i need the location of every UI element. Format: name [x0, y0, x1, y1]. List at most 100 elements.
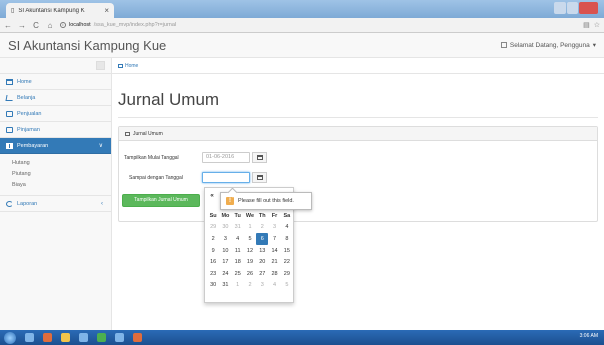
toolbar-actions: ▤ ☆ [583, 21, 600, 29]
day-cell[interactable]: 3 [219, 233, 231, 245]
weekday-header: Fr [271, 212, 278, 219]
day-cell[interactable]: 8 [281, 233, 293, 245]
taskbar-app-icon[interactable] [61, 333, 70, 342]
brand-title[interactable]: SI Akuntansi Kampung Kue [8, 38, 166, 53]
day-cell[interactable]: 11 [232, 245, 244, 257]
taskbar-app-icon[interactable] [133, 333, 142, 342]
submenu-item-hutang[interactable]: Hutang [12, 158, 111, 169]
day-cell[interactable]: 4 [281, 222, 293, 234]
day-cell[interactable]: 3 [268, 222, 280, 234]
day-cell[interactable]: 27 [256, 268, 268, 280]
tooltip-text: Please fill out this field. [238, 198, 294, 204]
close-window-button[interactable] [579, 2, 599, 14]
show-jurnal-button[interactable]: Tampilkan Jurnal Umum [122, 194, 200, 207]
day-cell[interactable]: 4 [232, 233, 244, 245]
day-cell[interactable]: 10 [219, 245, 231, 257]
day-cell[interactable]: 30 [207, 280, 219, 292]
day-cell[interactable]: 22 [281, 256, 293, 268]
cart-icon [5, 94, 14, 101]
day-cell[interactable]: 4 [268, 280, 280, 292]
end-date-calendar-button[interactable] [252, 172, 267, 183]
minimize-button[interactable] [554, 2, 566, 14]
day-cell[interactable]: 19 [244, 256, 256, 268]
taskbar-app-icon[interactable] [79, 333, 88, 342]
info-icon[interactable]: i [60, 22, 66, 28]
datepicker-grid: Su Mo Tu We Th Fr Sa 29 30 31 1 2 3 4 2 … [207, 210, 293, 291]
sidebar-item-penjualan[interactable]: Penjualan [0, 106, 111, 122]
app-header: SI Akuntansi Kampung Kue Selamat Datang,… [0, 33, 604, 58]
day-cell[interactable]: 20 [256, 256, 268, 268]
prev-month-button[interactable]: « [205, 192, 219, 199]
day-cell[interactable]: 31 [232, 222, 244, 234]
day-cell[interactable]: 30 [219, 222, 231, 234]
weekday-header: Th [258, 212, 266, 219]
end-date-input[interactable] [202, 172, 250, 183]
extension-icon[interactable]: ▤ [583, 21, 590, 29]
user-menu[interactable]: Selamat Datang, Pengguna ▾ [500, 41, 596, 49]
taskbar-app-icon[interactable] [115, 333, 124, 342]
reload-button[interactable]: C [32, 21, 40, 30]
day-cell[interactable]: 3 [256, 280, 268, 292]
day-cell[interactable]: 12 [244, 245, 256, 257]
address-bar[interactable]: i localhost/ssa_kue_mvp/index.php?r=jurn… [60, 22, 577, 28]
bookmark-star-icon[interactable]: ☆ [594, 21, 600, 29]
sidebar-item-pinjaman[interactable]: Pinjaman [0, 122, 111, 138]
sidebar-search-button[interactable] [96, 61, 105, 70]
day-cell[interactable]: 2 [256, 222, 268, 234]
home-button[interactable]: ⌂ [46, 21, 54, 30]
day-cell[interactable]: 1 [244, 222, 256, 234]
taskbar-app-icon[interactable] [43, 333, 52, 342]
weekday-header: Su [209, 212, 217, 219]
day-cell[interactable]: 7 [268, 233, 280, 245]
day-cell[interactable]: 13 [256, 245, 268, 257]
back-button[interactable]: ← [4, 21, 12, 30]
browser-tab[interactable]: ▯ SI Akuntansi Kampung K × [6, 3, 114, 18]
day-cell[interactable]: 21 [268, 256, 280, 268]
sidebar-search [0, 58, 111, 74]
day-cell[interactable]: 2 [244, 280, 256, 292]
sidebar-item-laporan[interactable]: Laporan ‹ [0, 196, 111, 212]
taskbar-app-icon[interactable] [97, 333, 106, 342]
day-cell[interactable]: 26 [244, 268, 256, 280]
calendar-icon [125, 131, 130, 136]
url-host: localhost [69, 22, 91, 28]
taskbar-app-icon[interactable] [25, 333, 34, 342]
day-cell[interactable]: 18 [232, 256, 244, 268]
chevron-down-icon: ∨ [98, 143, 103, 149]
day-cell[interactable]: 23 [207, 268, 219, 280]
breadcrumb-home[interactable]: Home [125, 63, 138, 69]
submenu-item-piutang[interactable]: Piutang [12, 169, 111, 180]
maximize-button[interactable] [566, 2, 579, 14]
day-cell[interactable]: 31 [219, 280, 231, 292]
day-cell[interactable]: 16 [207, 256, 219, 268]
start-button[interactable] [4, 331, 16, 344]
day-cell[interactable]: 25 [232, 268, 244, 280]
pie-chart-icon [6, 200, 13, 207]
day-cell[interactable]: 5 [244, 233, 256, 245]
user-greeting: Selamat Datang, Pengguna [509, 41, 590, 49]
day-cell[interactable]: 28 [268, 268, 280, 280]
start-date-input[interactable]: 01-06-2016 [202, 152, 250, 163]
start-date-calendar-button[interactable] [252, 152, 267, 163]
day-cell[interactable]: 29 [207, 222, 219, 234]
day-cell[interactable]: 14 [268, 245, 280, 257]
day-cell[interactable]: 9 [207, 245, 219, 257]
tab-close-icon[interactable]: × [104, 6, 109, 15]
day-cell[interactable]: 1 [232, 280, 244, 292]
day-cell[interactable]: 5 [281, 280, 293, 292]
sidebar-item-belanja[interactable]: Belanja [0, 90, 111, 106]
day-cell[interactable]: 29 [281, 268, 293, 280]
day-cell[interactable]: 24 [219, 268, 231, 280]
sidebar-item-home[interactable]: Home [0, 74, 111, 90]
panel-heading: Jurnal Umum [119, 127, 597, 141]
submenu-item-biaya[interactable]: Biaya [12, 180, 111, 191]
forward-button[interactable]: → [18, 21, 26, 30]
clock[interactable]: 3:06 AM [580, 333, 598, 339]
day-cell-selected[interactable]: 6 [256, 233, 269, 245]
weekday-header: We [245, 212, 255, 219]
day-cell[interactable]: 2 [207, 233, 219, 245]
sidebar-item-pembayaran[interactable]: Pembayaran ∨ [0, 138, 111, 154]
sidebar-item-label: Belanja [17, 94, 36, 101]
day-cell[interactable]: 15 [281, 245, 293, 257]
day-cell[interactable]: 17 [219, 256, 231, 268]
